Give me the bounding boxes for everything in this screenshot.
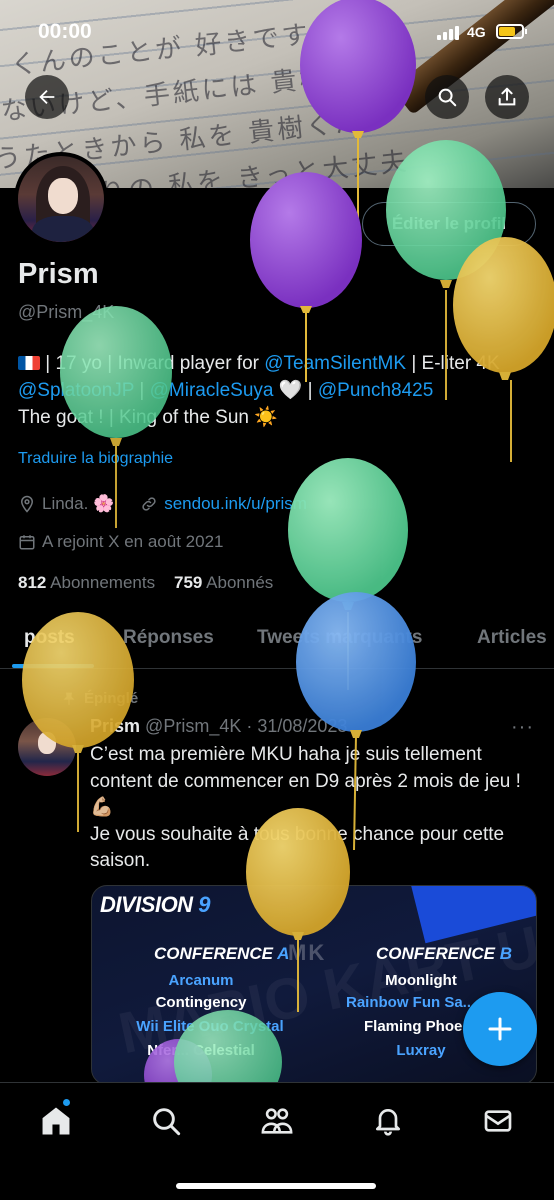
profile-name: Prism xyxy=(18,258,99,290)
media-conference-a: CONFERENCE A xyxy=(154,944,290,963)
profile-meta-row: Linda. 🌸 sendou.ink/u/prism xyxy=(18,494,307,514)
home-icon xyxy=(42,1107,70,1135)
media-team: Arcanum xyxy=(168,972,234,989)
bio-mention-team[interactable]: @TeamSilentMK xyxy=(264,353,406,374)
nav-messages[interactable] xyxy=(478,1101,518,1141)
bio-mention-miraclesuya[interactable]: @MiracleSuya xyxy=(150,380,274,401)
compose-button[interactable] xyxy=(463,992,537,1066)
signal-icon xyxy=(437,26,459,40)
following-link[interactable]: 812 Abonnements xyxy=(18,573,155,592)
nav-search[interactable] xyxy=(146,1101,186,1141)
profile-bio: | 17 yo | Inward player for @TeamSilentM… xyxy=(18,350,538,431)
home-indicator xyxy=(176,1183,376,1189)
arrow-left-icon xyxy=(39,89,55,105)
media-mk-logo: MK xyxy=(288,940,327,965)
bio-text: | xyxy=(134,380,150,401)
nav-home[interactable] xyxy=(36,1101,76,1141)
nav-communities[interactable] xyxy=(257,1101,297,1141)
tab-replies[interactable]: Réponses xyxy=(123,627,214,649)
tab-highlights[interactable]: Tweets marquants xyxy=(257,627,422,649)
profile-joined: A rejoint X en août 2021 xyxy=(42,532,224,551)
media-conference-b: CONFERENCE B xyxy=(376,944,513,963)
france-flag-icon xyxy=(18,356,40,370)
bio-mention-splatoonjp[interactable]: @SplatoonJP xyxy=(18,380,134,401)
network-type: 4G xyxy=(467,24,486,40)
share-icon xyxy=(498,87,516,106)
location-icon xyxy=(20,495,34,513)
post-header: Prism @Prism_4K · 31/08/2023 xyxy=(90,716,348,736)
nav-notifications[interactable] xyxy=(368,1101,408,1141)
profile-avatar[interactable] xyxy=(14,152,108,246)
tab-articles[interactable]: Articles xyxy=(477,627,547,649)
profile-joined-row: A rejoint X en août 2021 xyxy=(18,532,223,552)
post-author[interactable]: Prism xyxy=(90,716,140,736)
media-division-title: DIVISION 9 xyxy=(100,892,210,917)
post-handle: @Prism_4K xyxy=(145,716,242,736)
status-bar: 00:00 4G xyxy=(0,0,554,64)
media-team: Wii Elite Ouo Crystal xyxy=(136,1018,284,1035)
pin-icon xyxy=(63,692,75,705)
back-button[interactable] xyxy=(25,75,69,119)
edit-profile-button[interactable]: Éditer le profil xyxy=(362,202,536,246)
profile-handle: @Prism_4K xyxy=(18,302,115,322)
bell-icon xyxy=(376,1109,400,1136)
follow-counts: 812 Abonnements 759 Abonnés xyxy=(18,573,273,593)
link-icon xyxy=(142,497,156,511)
post-date: 31/08/2023 xyxy=(257,716,348,736)
bottom-navigation xyxy=(0,1082,554,1200)
active-tab-indicator xyxy=(12,664,94,668)
more-options-icon[interactable]: ··· xyxy=(511,716,534,739)
status-time: 00:00 xyxy=(38,20,92,43)
battery-icon xyxy=(496,24,527,39)
media-team: Contingency xyxy=(155,994,247,1011)
search-icon xyxy=(438,88,457,107)
pinned-label: Épinglé xyxy=(62,690,138,707)
translate-bio-link[interactable]: Traduire la biographie xyxy=(18,450,173,468)
tab-posts[interactable]: posts xyxy=(24,627,75,649)
media-team: Nfer... Celestial xyxy=(147,1042,255,1059)
followers-link[interactable]: 759 Abonnés xyxy=(174,573,273,592)
profile-location: Linda. 🌸 xyxy=(42,494,115,513)
bio-mention-punch[interactable]: @Punch8425 xyxy=(318,380,433,401)
communities-icon xyxy=(261,1108,293,1134)
notification-dot xyxy=(63,1099,70,1106)
post-media-image[interactable]: MARIO KART UNIVERSAL DIVISION 9 MK CONFE… xyxy=(91,885,537,1085)
bio-text: 🤍 | xyxy=(273,380,318,401)
bio-text: | 17 yo | Inward player for xyxy=(40,353,265,374)
profile-tabs: posts Réponses Tweets marquants Articles xyxy=(0,615,554,669)
search-icon xyxy=(153,1108,181,1136)
post-text: C’est ma première MKU haha je suis telle… xyxy=(90,744,521,871)
post-avatar[interactable] xyxy=(18,718,76,776)
media-team: Moonlight xyxy=(385,972,457,989)
bio-text: | E-liter 4K xyxy=(406,353,500,374)
bio-line: The goat ! | King of the Sun ☀️ xyxy=(18,407,278,428)
search-button[interactable] xyxy=(425,75,469,119)
share-button[interactable] xyxy=(485,75,529,119)
plus-icon xyxy=(488,1017,512,1041)
mail-icon xyxy=(484,1110,512,1132)
calendar-icon xyxy=(19,535,35,550)
profile-website-link[interactable]: sendou.ink/u/prism xyxy=(164,494,307,514)
